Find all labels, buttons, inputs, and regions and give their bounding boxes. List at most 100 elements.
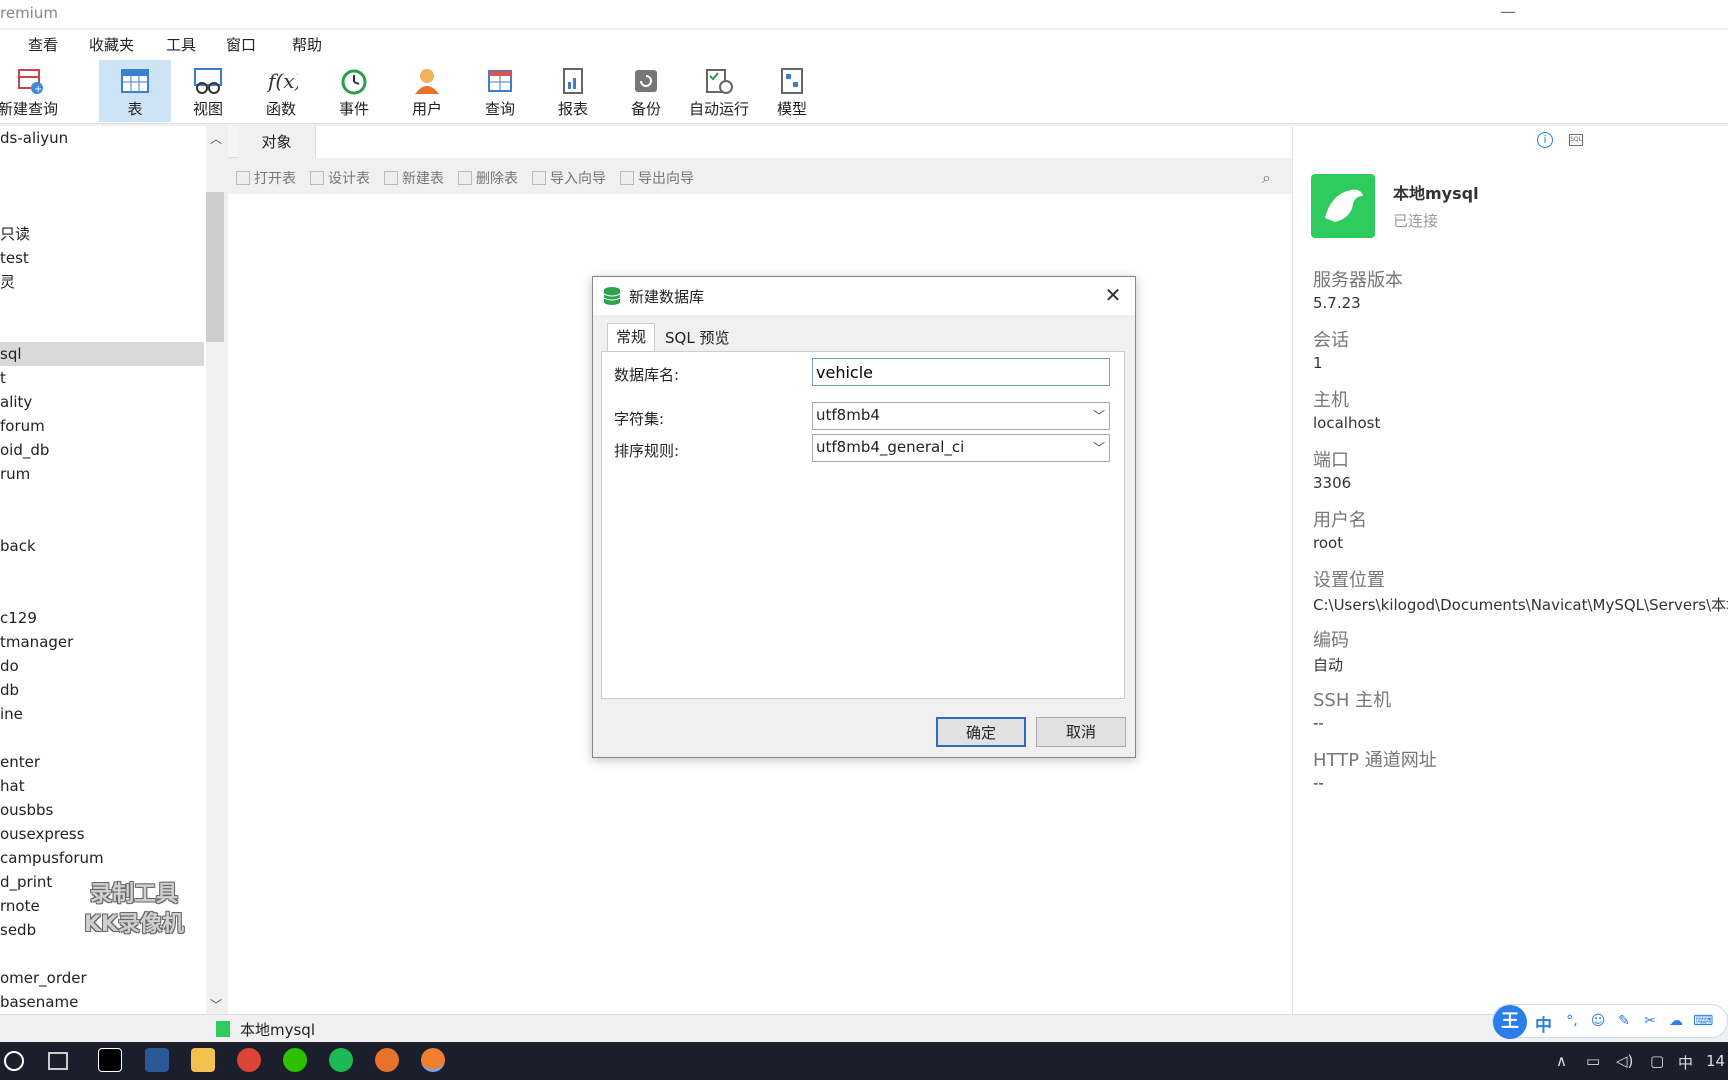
wechat-icon[interactable] [283,1048,307,1072]
scroll-up-icon[interactable]: ︿ [208,130,224,146]
menu-favorites[interactable]: 收藏夹 [89,34,134,55]
tree-item[interactable]: ality [0,390,204,414]
design-table-button[interactable]: 设计表 [310,168,370,188]
tree-item[interactable]: hat [0,774,204,798]
intellij-icon[interactable] [98,1048,122,1072]
sidebar-scroll-thumb[interactable] [206,192,224,342]
tab-general[interactable]: 常规 [607,323,656,351]
user-button[interactable]: 用户 [391,60,463,122]
minimize-button[interactable]: — [1488,0,1528,28]
ok-button[interactable]: 确定 [936,717,1026,747]
title-bar: remium — [0,0,1728,28]
delete-table-button[interactable]: 删除表 [458,168,518,188]
view-button[interactable]: 视图 [172,60,244,122]
tree-item[interactable]: 只读 [0,222,204,246]
connection-status-icon [216,1021,230,1037]
ime-mode-toggle[interactable]: 中 [1535,1011,1552,1036]
network-icon[interactable]: ▢ [1650,1052,1664,1070]
tree-item[interactable]: back [0,534,204,558]
scroll-down-icon[interactable]: ﹀ [208,996,224,1012]
http-tunnel-value: -- [1313,774,1324,792]
task-view-icon[interactable] [48,1052,68,1070]
ddl-icon[interactable]: SQL [1569,134,1583,146]
menu-window[interactable]: 窗口 [226,34,256,55]
ime-emoji-icon[interactable]: ☺ [1589,1013,1607,1031]
window-title: remium [0,4,58,22]
tree-item[interactable]: oid_db [0,438,204,462]
tree-item[interactable]: test [0,246,204,270]
ime-logo-icon[interactable]: 王 [1493,1005,1527,1039]
function-button[interactable]: f(x) 函数 [245,60,317,122]
tree-item[interactable]: c129 [0,606,204,630]
new-query-button[interactable]: + 新建查询 [0,60,64,122]
music-app-icon[interactable] [329,1048,353,1072]
battery-icon[interactable]: ▭ [1586,1052,1600,1070]
function-icon: f(x) [266,69,298,93]
info-icon[interactable]: i [1537,132,1553,148]
tab-objects[interactable]: 对象 [238,126,316,158]
tree-item-selected[interactable]: sql [0,342,204,366]
query-icon [488,70,512,92]
event-button[interactable]: 事件 [318,60,390,122]
tree-item[interactable]: ousbbs [0,798,204,822]
navicat-icon[interactable] [421,1048,445,1072]
ime-punctuation-icon[interactable]: °, [1563,1013,1581,1031]
tree-item[interactable]: db [0,678,204,702]
backup-button[interactable]: 备份 [610,60,682,122]
word-icon[interactable] [145,1048,169,1072]
query-button[interactable]: 查询 [464,60,536,122]
media-app-icon[interactable] [375,1048,399,1072]
database-name-input[interactable] [812,358,1110,386]
tree-item[interactable]: do [0,654,204,678]
clock[interactable]: 14 [1706,1052,1725,1070]
tree-item[interactable]: t [0,366,204,390]
tree-item[interactable]: ine [0,702,204,726]
ime-scissors-icon[interactable]: ✂ [1641,1013,1659,1031]
ime-handwrite-icon[interactable]: ✎ [1615,1013,1633,1031]
tab-sql-preview[interactable]: SQL 预览 [657,325,737,351]
tree-item[interactable]: ousexpress [0,822,204,846]
tree-item[interactable]: 灵 [0,270,204,294]
report-icon [563,68,583,94]
import-wizard-button[interactable]: 导入向导 [532,168,606,188]
tree-item[interactable]: enter [0,750,204,774]
search-icon[interactable]: ⌕ [1262,168,1271,188]
auto-run-button[interactable]: 自动运行 [683,60,755,122]
server-version-value: 5.7.23 [1313,294,1361,312]
search-start-icon[interactable] [4,1051,24,1071]
cancel-button[interactable]: 取消 [1036,717,1126,747]
view-icon [194,68,222,94]
tree-item[interactable]: tmanager [0,630,204,654]
svg-text:+: + [34,84,42,95]
table-button[interactable]: 表 [99,60,171,122]
report-button[interactable]: 报表 [537,60,609,122]
collation-select[interactable]: utf8mb4_general_ci ﹀ [812,434,1110,462]
menu-help[interactable]: 帮助 [292,34,322,55]
tree-item[interactable]: basename [0,990,204,1014]
tree-item[interactable]: forum [0,414,204,438]
http-tunnel-label: HTTP 通道网址 [1313,750,1437,771]
tree-item[interactable]: campusforum [0,846,204,870]
charset-select[interactable]: utf8mb4 ﹀ [812,402,1110,430]
delete-table-icon [458,171,472,185]
menu-view[interactable]: 查看 [28,34,58,55]
volume-icon[interactable]: ◁) [1616,1052,1633,1070]
chrome-icon[interactable] [237,1048,261,1072]
tray-ime-mode[interactable]: 中 [1678,1052,1693,1073]
host-label: 主机 [1313,390,1349,411]
file-explorer-icon[interactable] [191,1048,215,1072]
open-table-button[interactable]: 打开表 [236,168,296,188]
new-table-button[interactable]: 新建表 [384,168,444,188]
export-wizard-button[interactable]: 导出向导 [620,168,694,188]
settings-location-label: 设置位置 [1313,570,1385,591]
close-icon[interactable]: ✕ [1101,283,1125,307]
tree-item[interactable]: omer_order [0,966,204,990]
ime-keyboard-icon[interactable]: ⌨ [1693,1013,1713,1031]
server-version-label: 服务器版本 [1313,270,1403,291]
ime-cloud-icon[interactable]: ☁ [1667,1013,1685,1031]
tree-item[interactable]: ds-aliyun [0,126,204,150]
tree-item[interactable]: rum [0,462,204,486]
menu-tools[interactable]: 工具 [166,34,196,55]
tray-expand-icon[interactable]: ∧ [1556,1052,1567,1070]
model-button[interactable]: 模型 [756,60,828,122]
